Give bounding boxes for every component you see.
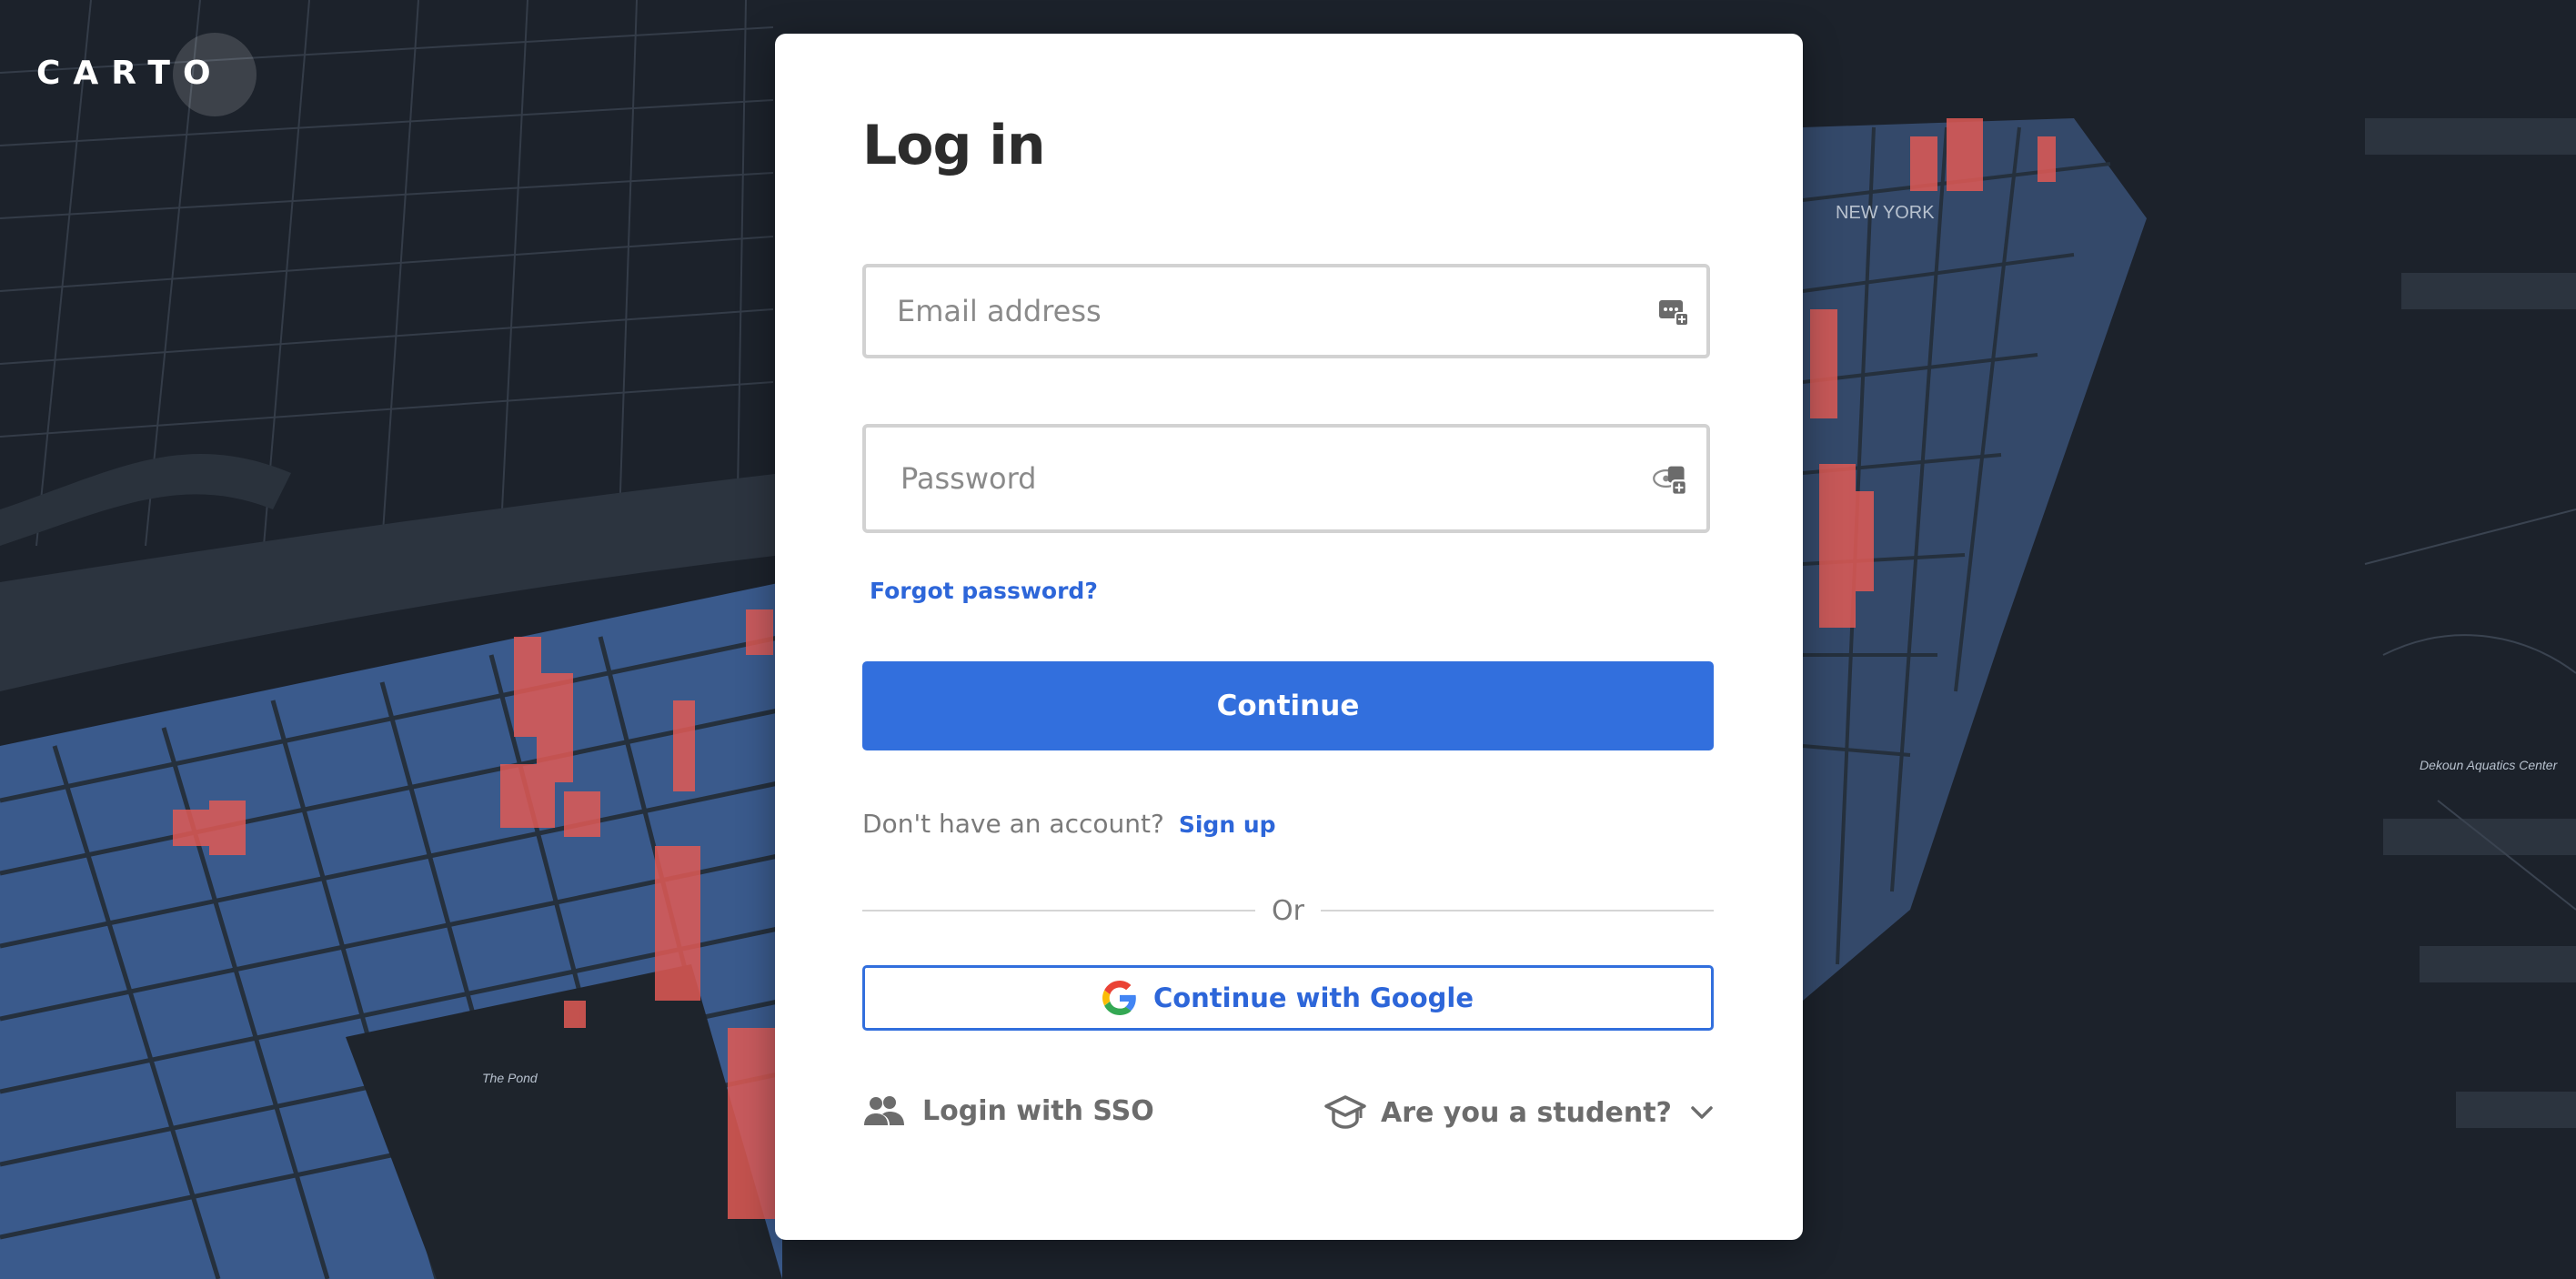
password-field[interactable] bbox=[862, 424, 1710, 533]
autofill-key-icon[interactable] bbox=[1650, 460, 1690, 497]
map-label-new-york: NEW YORK bbox=[1836, 203, 1935, 223]
or-label: Or bbox=[1272, 894, 1304, 927]
sso-label: Login with SSO bbox=[922, 1094, 1154, 1127]
email-field[interactable] bbox=[862, 264, 1710, 358]
login-card: Log in Forgot password? Continue Don't h… bbox=[775, 34, 1803, 1240]
map-label-aquatics: Dekoun Aquatics Center bbox=[2420, 758, 2559, 772]
continue-button[interactable]: Continue bbox=[862, 661, 1714, 750]
student-label: Are you a student? bbox=[1381, 1096, 1672, 1129]
sso-login-link[interactable]: Login with SSO bbox=[862, 1094, 1154, 1127]
logo-circle-bg bbox=[173, 33, 257, 116]
signup-prompt: Don't have an account? Sign up bbox=[862, 809, 1276, 839]
people-icon bbox=[864, 1096, 904, 1125]
autofill-key-icon[interactable] bbox=[1657, 295, 1690, 327]
no-account-text: Don't have an account? bbox=[862, 809, 1164, 839]
or-divider: Or bbox=[862, 892, 1715, 929]
google-g-icon bbox=[1102, 981, 1136, 1015]
email-input[interactable] bbox=[895, 293, 1626, 329]
google-button-label: Continue with Google bbox=[1152, 982, 1474, 1013]
divider-line-left bbox=[862, 910, 1256, 911]
divider-line-right bbox=[1320, 910, 1715, 911]
student-dropdown[interactable]: Are you a student? bbox=[1324, 1094, 1714, 1131]
page-title: Log in bbox=[862, 114, 1046, 177]
google-login-button[interactable]: Continue with Google bbox=[862, 965, 1714, 1031]
chevron-down-icon bbox=[1691, 1106, 1713, 1119]
carto-logo[interactable]: CARTO bbox=[36, 33, 257, 116]
sign-up-link[interactable]: Sign up bbox=[1179, 811, 1276, 838]
graduation-cap-icon bbox=[1324, 1095, 1366, 1129]
forgot-password-link[interactable]: Forgot password? bbox=[870, 578, 1098, 604]
map-label-pond: The Pond bbox=[482, 1071, 538, 1085]
password-input[interactable] bbox=[899, 460, 1630, 497]
